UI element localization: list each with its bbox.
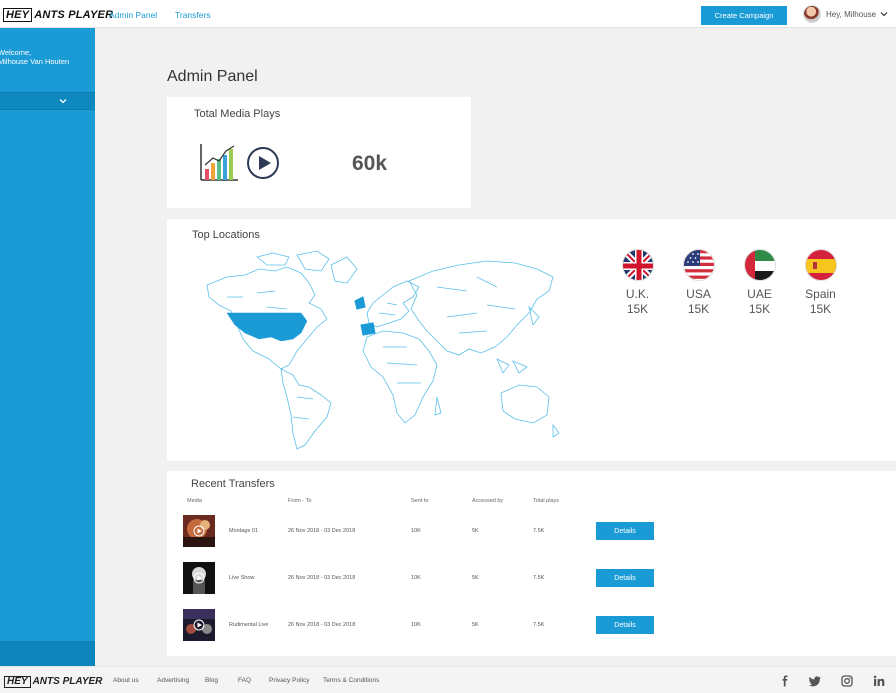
media-name: Live Show: [229, 575, 255, 581]
map-highlight-uk: [354, 296, 366, 310]
recent-transfers-title: Recent Transfers: [191, 478, 275, 490]
media-thumbnail[interactable]: [183, 609, 215, 641]
column-header-sent-to: Sent to: [411, 498, 429, 504]
location-item: U.K. 15K: [607, 249, 668, 317]
create-campaign-button[interactable]: Create Campaign: [701, 6, 787, 25]
chevron-down-icon: [880, 12, 888, 17]
footer: HEY ANTS PLAYER About us Advertising Blo…: [0, 666, 896, 693]
media-thumbnail[interactable]: [183, 515, 215, 547]
usa-flag-icon: [682, 249, 715, 281]
map-highlight-spain: [360, 322, 376, 336]
accessed-by-value: 5K: [472, 528, 479, 534]
map-highlight-usa: [226, 312, 308, 342]
location-name: U.K.: [625, 287, 650, 301]
location-name: USA: [686, 287, 711, 301]
location-value: 15K: [687, 302, 710, 316]
top-locations-card: Top Locations U.K. 15K USA 15K UAE 15K S…: [167, 219, 896, 461]
top-bar: HEY ANTS PLAYER Admin Panel Transfers Cr…: [0, 0, 896, 28]
sidebar-dropdown[interactable]: [0, 92, 95, 110]
footer-link-advertising[interactable]: Advertising: [157, 677, 189, 684]
media-name: Montage 01: [229, 528, 259, 534]
sent-to-value: 10K: [411, 622, 421, 628]
date-range: 26 Nov 2018 - 03 Dec 2018: [288, 528, 356, 534]
footer-link-faq[interactable]: FAQ: [238, 677, 251, 684]
location-item: USA 15K: [668, 249, 729, 317]
column-header-total-plays: Total plays: [533, 498, 559, 504]
page-title: Admin Panel: [167, 68, 258, 85]
location-list: U.K. 15K USA 15K UAE 15K Spain 15K: [607, 249, 851, 317]
spain-flag-icon: [804, 249, 837, 281]
welcome-line: Welcome,: [0, 48, 32, 57]
accessed-by-value: 5K: [472, 622, 479, 628]
welcome-text: Welcome, Milhouse Van Houten: [0, 48, 93, 66]
logo-hey: HEY: [3, 7, 33, 22]
nav-admin-panel[interactable]: Admin Panel: [109, 10, 157, 20]
logo-text: ANTS PLAYER: [34, 8, 114, 21]
accessed-by-value: 5K: [472, 575, 479, 581]
details-button[interactable]: Details: [596, 616, 654, 634]
linkedin-icon[interactable]: [873, 675, 885, 687]
user-greeting: Hey, Milhouse: [826, 9, 877, 19]
details-button[interactable]: Details: [596, 522, 654, 540]
nav-transfers[interactable]: Transfers: [175, 10, 211, 20]
sidebar: Welcome, Milhouse Van Houten: [0, 28, 95, 666]
footer-link-about[interactable]: About us: [113, 677, 139, 684]
table-row: Rudimental Live 26 Nov 2018 - 03 Dec 201…: [167, 609, 896, 643]
footer-link-terms[interactable]: Terms & Conditions: [323, 677, 379, 684]
brand-logo[interactable]: HEY ANTS PLAYER: [3, 7, 113, 22]
location-name: UAE: [747, 287, 772, 301]
media-plays-card: Total Media Plays 60k: [167, 97, 471, 208]
details-button[interactable]: Details: [596, 569, 654, 587]
sent-to-value: 10K: [411, 575, 421, 581]
twitter-icon[interactable]: [809, 675, 821, 687]
instagram-icon[interactable]: [841, 675, 853, 687]
footer-logo[interactable]: HEY ANTS PLAYER: [4, 675, 102, 688]
location-item: UAE 15K: [729, 249, 790, 317]
column-header-media: Media: [187, 498, 202, 504]
top-locations-title: Top Locations: [192, 229, 260, 241]
media-name: Rudimental Live: [229, 622, 269, 628]
total-plays-value: 7.5K: [533, 622, 545, 628]
uae-flag-icon: [743, 249, 776, 281]
date-range: 26 Nov 2018 - 03 Dec 2018: [288, 575, 356, 581]
avatar: [803, 5, 821, 23]
sidebar-footer: [0, 641, 95, 666]
date-range: 26 Nov 2018 - 03 Dec 2018: [288, 622, 356, 628]
location-name: Spain: [805, 287, 836, 301]
location-value: 15K: [809, 302, 832, 316]
table-row: Montage 01 26 Nov 2018 - 03 Dec 2018 10K…: [167, 515, 896, 549]
recent-transfers-card: Recent Transfers Media From - To Sent to…: [167, 471, 896, 656]
bar-chart-icon: [200, 144, 238, 181]
sent-to-value: 10K: [411, 528, 421, 534]
location-value: 15K: [748, 302, 771, 316]
table-row: Live Show 26 Nov 2018 - 03 Dec 2018 10K …: [167, 562, 896, 596]
location-item: Spain 15K: [790, 249, 851, 317]
media-thumbnail[interactable]: [183, 562, 215, 594]
media-plays-value: 60k: [352, 152, 388, 175]
total-plays-value: 7.5K: [533, 575, 545, 581]
column-header-accessed-by: Accessed by: [472, 498, 504, 504]
footer-link-blog[interactable]: Blog: [205, 677, 218, 684]
uk-flag-icon: [621, 249, 654, 281]
total-plays-value: 7.5K: [533, 528, 545, 534]
media-plays-title: Total Media Plays: [194, 108, 281, 120]
column-header-from-to: From - To: [288, 498, 312, 504]
logo-hey: HEY: [4, 675, 31, 688]
chevron-down-icon: [59, 99, 67, 104]
world-map: [206, 250, 560, 450]
user-menu[interactable]: Hey, Milhouse: [803, 5, 888, 23]
footer-link-privacy[interactable]: Privacy Policy: [269, 677, 309, 684]
welcome-user-name: Milhouse Van Houten: [0, 57, 70, 66]
facebook-icon[interactable]: [779, 675, 791, 687]
logo-text: ANTS PLAYER: [32, 676, 103, 687]
location-value: 15K: [626, 302, 649, 316]
play-icon: [247, 147, 279, 179]
